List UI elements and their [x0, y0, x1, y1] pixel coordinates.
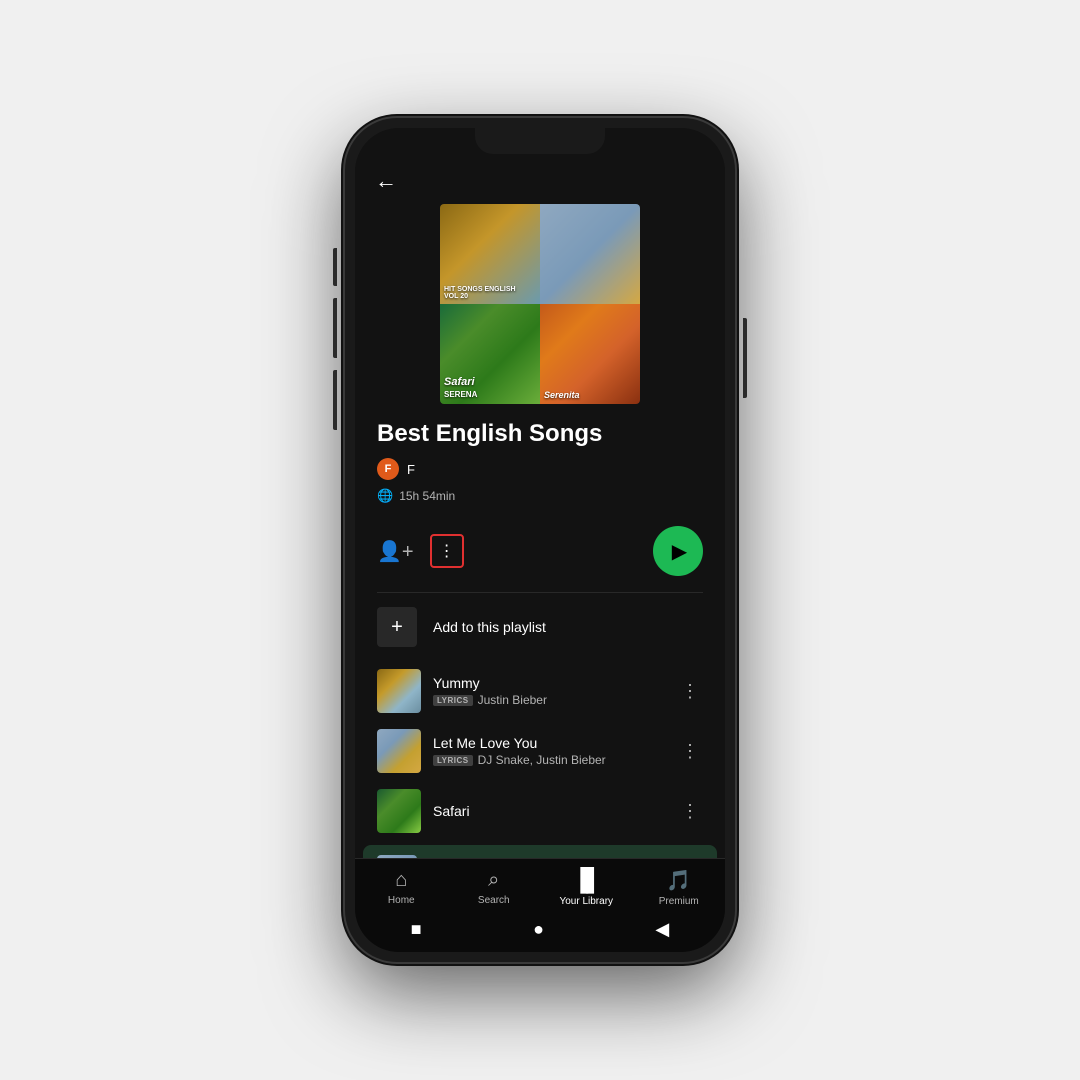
phone-frame: ← HIT SONGS ENGLISHVOL 20 SafariSERENA S…	[345, 118, 735, 962]
android-circle[interactable]: ●	[533, 919, 544, 940]
collage-label-4: Serenita	[544, 390, 580, 400]
track-name-safari: Safari	[433, 803, 665, 819]
album-collage: HIT SONGS ENGLISHVOL 20 SafariSERENA Ser…	[440, 204, 640, 404]
premium-icon: 🎵	[666, 868, 691, 893]
mute-button	[333, 248, 337, 286]
track-info-lmly: Let Me Love You LYRICS DJ Snake, Justin …	[433, 735, 665, 767]
track-meta-lmly: LYRICS DJ Snake, Justin Bieber	[433, 753, 665, 767]
collage-cell-1: HIT SONGS ENGLISHVOL 20	[440, 204, 540, 304]
track-info-yummy: Yummy LYRICS Justin Bieber	[433, 675, 665, 707]
plus-icon: +	[377, 607, 417, 647]
more-options-button[interactable]: ⋮	[430, 534, 464, 568]
playlist-title: Best English Songs	[377, 420, 703, 448]
track-row: Safari ⋮	[355, 781, 725, 841]
track-artist-yummy: Justin Bieber	[478, 693, 547, 707]
track-row: Yummy LYRICS Justin Bieber ⋮	[355, 661, 725, 721]
track-name-yummy: Yummy	[433, 675, 665, 691]
track-dots-yummy[interactable]: ⋮	[677, 677, 703, 706]
author-name: F	[407, 462, 415, 477]
nav-home[interactable]: ⌂ Home	[371, 869, 431, 906]
header: ← HIT SONGS ENGLISHVOL 20 SafariSERENA S…	[355, 128, 725, 404]
lyrics-badge-lmly: LYRICS	[433, 755, 473, 766]
volume-down-button	[333, 370, 337, 430]
track-dots-safari[interactable]: ⋮	[677, 797, 703, 826]
track-info-safari: Safari	[433, 803, 665, 819]
volume-up-button	[333, 298, 337, 358]
collage-label-3: SafariSERENA	[444, 376, 477, 400]
playlist-author: F F	[377, 458, 703, 480]
premium-label: Premium	[659, 896, 699, 907]
track-row: Let Me Love You LYRICS DJ Snake, Justin …	[355, 721, 725, 781]
playlist-info: Best English Songs F F 🌐 15h 54min	[355, 420, 725, 526]
add-friend-icon[interactable]: 👤+	[377, 539, 414, 564]
bottom-nav: ⌂ Home ⌕ Search ▐▌ Your Library 🎵 Premiu…	[355, 858, 725, 911]
track-thumbnail-lmly	[377, 729, 421, 773]
home-icon: ⌂	[395, 869, 407, 892]
android-triangle[interactable]: ◀	[655, 919, 669, 940]
search-icon: ⌕	[488, 869, 499, 892]
playlist-meta: 🌐 15h 54min	[377, 488, 703, 504]
back-button[interactable]: ←	[375, 168, 397, 194]
globe-icon: 🌐	[377, 488, 393, 504]
lyrics-badge-yummy: LYRICS	[433, 695, 473, 706]
nav-library[interactable]: ▐▌ Your Library	[556, 867, 616, 907]
track-name-lmly: Let Me Love You	[433, 735, 665, 751]
track-artist-lmly: DJ Snake, Justin Bieber	[478, 753, 606, 767]
now-playing-bar[interactable]: Let Me Love You DJ Snake ⊞ ♡ ▶	[363, 845, 717, 858]
collage-label-1: HIT SONGS ENGLISHVOL 20	[444, 286, 516, 300]
author-avatar: F	[377, 458, 399, 480]
collage-cell-2	[540, 204, 640, 304]
power-button	[743, 318, 747, 398]
play-icon: ▶	[672, 539, 687, 564]
track-dots-lmly[interactable]: ⋮	[677, 737, 703, 766]
add-playlist-label: Add to this playlist	[433, 619, 546, 635]
add-to-playlist-row[interactable]: + Add to this playlist	[355, 593, 725, 661]
nav-search[interactable]: ⌕ Search	[464, 869, 524, 906]
android-square[interactable]: ■	[411, 919, 422, 940]
android-nav: ■ ● ◀	[355, 911, 725, 952]
play-button[interactable]: ▶	[653, 526, 703, 576]
playlist-duration: 15h 54min	[399, 489, 455, 503]
library-icon: ▐▌	[573, 867, 600, 893]
search-label: Search	[478, 895, 510, 906]
nav-premium[interactable]: 🎵 Premium	[649, 868, 709, 907]
notch	[475, 128, 605, 154]
track-thumbnail-safari	[377, 789, 421, 833]
phone-screen: ← HIT SONGS ENGLISHVOL 20 SafariSERENA S…	[355, 128, 725, 952]
library-label: Your Library	[559, 896, 613, 907]
controls-row: 👤+ ⋮ ▶	[355, 526, 725, 592]
collage-cell-4: Serenita	[540, 304, 640, 404]
home-label: Home	[388, 895, 415, 906]
collage-cell-3: SafariSERENA	[440, 304, 540, 404]
track-thumbnail-yummy	[377, 669, 421, 713]
screen-content: ← HIT SONGS ENGLISHVOL 20 SafariSERENA S…	[355, 128, 725, 858]
track-meta-yummy: LYRICS Justin Bieber	[433, 693, 665, 707]
